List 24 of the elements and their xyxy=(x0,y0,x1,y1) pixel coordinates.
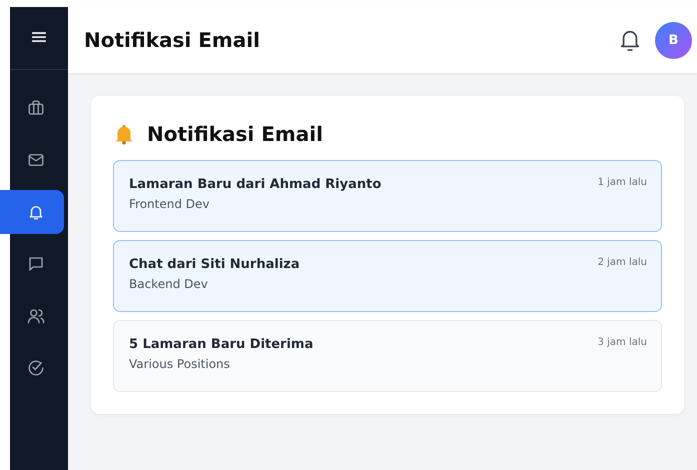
notification-time: 2 jam lalu xyxy=(598,257,647,268)
notification-item[interactable]: 5 Lamaran Baru Diterima Various Positions 3 jam lalu xyxy=(113,320,662,392)
check-circle-icon xyxy=(27,359,45,377)
notification-item[interactable]: Lamaran Baru dari Ahmad Riyanto Frontend Dev 1 jam lalu xyxy=(113,160,662,232)
notification-time: 3 jam lalu xyxy=(598,337,647,348)
notification-title: Lamaran Baru dari Ahmad Riyanto xyxy=(129,177,382,192)
bell-icon[interactable] xyxy=(619,28,641,52)
notification-title: 5 Lamaran Baru Diterima xyxy=(129,337,314,352)
notification-subtitle: Various Positions xyxy=(129,357,231,371)
menu-button[interactable]: ≡ xyxy=(26,27,52,49)
chat-icon xyxy=(27,255,45,273)
notification-time: 1 jam lalu xyxy=(598,177,647,188)
notification-subtitle: Frontend Dev xyxy=(129,197,210,211)
bell-icon xyxy=(113,123,135,145)
user-avatar[interactable]: B xyxy=(655,22,692,58)
mail-icon xyxy=(27,151,45,169)
users-icon xyxy=(27,307,45,325)
page-title: Notifikasi Email xyxy=(84,28,260,52)
card-title: Notifikasi Email xyxy=(147,122,323,146)
bell-icon xyxy=(27,203,45,221)
notification-subtitle: Backend Dev xyxy=(129,277,209,291)
notification-title: Chat dari Siti Nurhaliza xyxy=(129,257,300,272)
briefcase-icon xyxy=(27,99,45,117)
notification-item[interactable]: Chat dari Siti Nurhaliza Backend Dev 2 jam lalu xyxy=(113,240,662,312)
